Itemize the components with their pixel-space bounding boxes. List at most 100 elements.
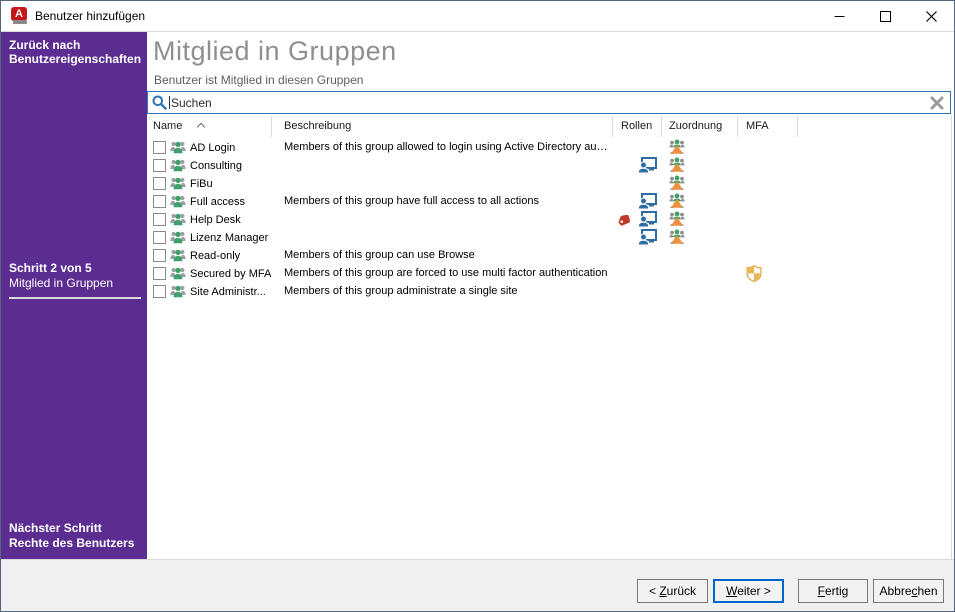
table-right-border bbox=[951, 116, 952, 559]
mfa-cell bbox=[738, 246, 798, 264]
close-button[interactable] bbox=[908, 1, 954, 32]
group-name: FiBu bbox=[190, 177, 213, 190]
step-name: Mitglied in Gruppen bbox=[9, 276, 141, 291]
wizard-sidebar: Zurück nach Benutzereigenschaften Schrit… bbox=[1, 32, 147, 559]
group-name: Help Desk bbox=[190, 213, 241, 226]
row-checkbox[interactable] bbox=[153, 141, 166, 154]
back-button[interactable]: < Zurück bbox=[637, 579, 708, 603]
next-step-label: Nächster Schritt bbox=[9, 521, 134, 536]
assignment-cell bbox=[662, 156, 738, 174]
mfa-shield-icon bbox=[746, 265, 762, 282]
role-computer-icon bbox=[638, 211, 657, 227]
row-checkbox[interactable] bbox=[153, 159, 166, 172]
table-row[interactable]: Full access Members of this group have f… bbox=[147, 192, 951, 210]
back-to-user-properties-link[interactable]: Zurück nach Benutzereigenschaften bbox=[9, 38, 139, 67]
group-description: Members of this group have full access t… bbox=[272, 192, 613, 210]
assignment-icon bbox=[669, 175, 685, 191]
mfa-cell bbox=[738, 138, 798, 156]
assignment-icon bbox=[669, 193, 685, 209]
assignment-cell bbox=[662, 138, 738, 156]
table-row[interactable]: Read-only Members of this group can use … bbox=[147, 246, 951, 264]
sort-ascending-icon bbox=[197, 123, 205, 131]
mfa-cell bbox=[738, 282, 798, 300]
table-body: AD Login Members of this group allowed t… bbox=[147, 138, 951, 300]
footer-bar: < Zurück Weiter > Fertig Abbrechen bbox=[1, 559, 954, 611]
column-header-name[interactable]: Name bbox=[147, 116, 272, 137]
group-description bbox=[272, 174, 613, 192]
column-header-assignment[interactable]: Zuordnung bbox=[662, 116, 738, 137]
group-name: Full access bbox=[190, 195, 245, 208]
role-tag-icon bbox=[617, 213, 633, 228]
table-row[interactable]: AD Login Members of this group allowed t… bbox=[147, 138, 951, 156]
step-counter: Schritt 2 von 5 bbox=[9, 261, 141, 276]
assignment-icon bbox=[669, 139, 685, 155]
table-row[interactable]: FiBu bbox=[147, 174, 951, 192]
roles-cell bbox=[613, 192, 662, 210]
mfa-cell bbox=[738, 174, 798, 192]
text-cursor bbox=[169, 96, 170, 109]
roles-cell bbox=[613, 138, 662, 156]
group-icon bbox=[170, 266, 186, 281]
role-computer-icon bbox=[638, 229, 657, 245]
group-name: Lizenz Manager bbox=[190, 231, 268, 244]
group-description bbox=[272, 228, 613, 246]
next-step-name: Rechte des Benutzers bbox=[9, 536, 134, 551]
row-checkbox[interactable] bbox=[153, 177, 166, 190]
search-placeholder: Suchen bbox=[171, 96, 212, 110]
mfa-cell bbox=[738, 156, 798, 174]
search-icon bbox=[152, 95, 167, 110]
group-description: Members of this group can use Browse bbox=[272, 246, 613, 264]
page-subtitle: Benutzer ist Mitglied in diesen Gruppen bbox=[154, 73, 363, 87]
add-user-dialog: A Benutzer hinzufügen Zurück nach Benutz… bbox=[0, 0, 955, 612]
roles-cell bbox=[613, 264, 662, 282]
row-checkbox[interactable] bbox=[153, 267, 166, 280]
row-checkbox[interactable] bbox=[153, 285, 166, 298]
group-name: Site Administr... bbox=[190, 285, 266, 298]
column-header-roles[interactable]: Rollen bbox=[613, 116, 662, 137]
row-checkbox[interactable] bbox=[153, 195, 166, 208]
close-icon bbox=[926, 11, 937, 22]
group-description: Members of this group allowed to login u… bbox=[272, 138, 613, 156]
finish-button[interactable]: Fertig bbox=[798, 579, 868, 603]
mfa-cell bbox=[738, 264, 798, 282]
current-step-block: Schritt 2 von 5 Mitglied in Gruppen bbox=[9, 261, 141, 299]
clear-icon bbox=[930, 96, 944, 110]
table-row[interactable]: Consulting bbox=[147, 156, 951, 174]
app-logo-letter: A bbox=[11, 7, 27, 21]
column-header-mfa[interactable]: MFA bbox=[738, 116, 798, 137]
table-row[interactable]: Secured by MFA Members of this group are… bbox=[147, 264, 951, 282]
maximize-button[interactable] bbox=[862, 1, 908, 32]
next-button[interactable]: Weiter > bbox=[713, 579, 784, 603]
minimize-button[interactable] bbox=[816, 1, 862, 32]
row-checkbox[interactable] bbox=[153, 213, 166, 226]
minimize-icon bbox=[834, 11, 845, 22]
table-row[interactable]: Help Desk bbox=[147, 210, 951, 228]
group-icon bbox=[170, 212, 186, 227]
assignment-cell bbox=[662, 282, 738, 300]
role-computer-icon bbox=[638, 157, 657, 173]
mfa-cell bbox=[738, 192, 798, 210]
group-icon bbox=[170, 230, 186, 245]
row-checkbox[interactable] bbox=[153, 231, 166, 244]
mfa-cell bbox=[738, 210, 798, 228]
assignment-cell bbox=[662, 228, 738, 246]
clear-search-button[interactable] bbox=[930, 96, 944, 115]
page-title: Mitglied in Gruppen bbox=[153, 36, 397, 67]
assignment-cell bbox=[662, 192, 738, 210]
group-name: Read-only bbox=[190, 249, 240, 262]
assignment-cell bbox=[662, 264, 738, 282]
roles-cell bbox=[613, 174, 662, 192]
group-description bbox=[272, 210, 613, 228]
assignment-icon bbox=[669, 157, 685, 173]
table-header: Name Beschreibung Rollen Zuordnung MFA bbox=[147, 116, 951, 137]
cancel-button[interactable]: Abbrechen bbox=[873, 579, 944, 603]
search-input[interactable]: Suchen bbox=[147, 91, 951, 114]
table-row[interactable]: Site Administr... Members of this group … bbox=[147, 282, 951, 300]
next-step-block: Nächster Schritt Rechte des Benutzers bbox=[9, 521, 134, 551]
mfa-cell bbox=[738, 228, 798, 246]
column-header-description[interactable]: Beschreibung bbox=[272, 116, 613, 137]
table-row[interactable]: Lizenz Manager bbox=[147, 228, 951, 246]
assignment-cell bbox=[662, 174, 738, 192]
group-name: AD Login bbox=[190, 141, 235, 154]
row-checkbox[interactable] bbox=[153, 249, 166, 262]
